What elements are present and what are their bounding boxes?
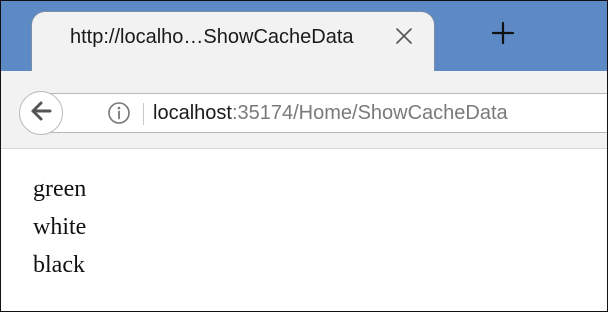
url-path: :35174/Home/ShowCacheData (231, 102, 508, 124)
title-bar: http://localho…ShowCacheData (1, 1, 607, 71)
address-separator (143, 103, 144, 125)
close-icon[interactable] (392, 24, 416, 48)
tab-title: http://localho…ShowCacheData (70, 26, 354, 48)
browser-window: http://localho…ShowCacheData localhost:3… (0, 0, 608, 312)
url-host: localhost (153, 102, 232, 124)
browser-tab[interactable]: http://localho…ShowCacheData (31, 11, 435, 71)
back-arrow-icon (30, 100, 52, 127)
info-icon[interactable] (105, 99, 133, 127)
back-button[interactable] (19, 91, 63, 135)
cache-item-white: white (33, 214, 87, 240)
navigation-toolbar: localhost:35174/Home/ShowCacheData (1, 71, 607, 149)
address-text[interactable]: localhost:35174/Home/ShowCacheData (153, 100, 593, 126)
new-tab-plus-icon[interactable] (489, 19, 517, 47)
cache-item-black: black (33, 252, 85, 278)
page-content: green white black (1, 150, 607, 311)
cache-item-green: green (33, 176, 87, 202)
